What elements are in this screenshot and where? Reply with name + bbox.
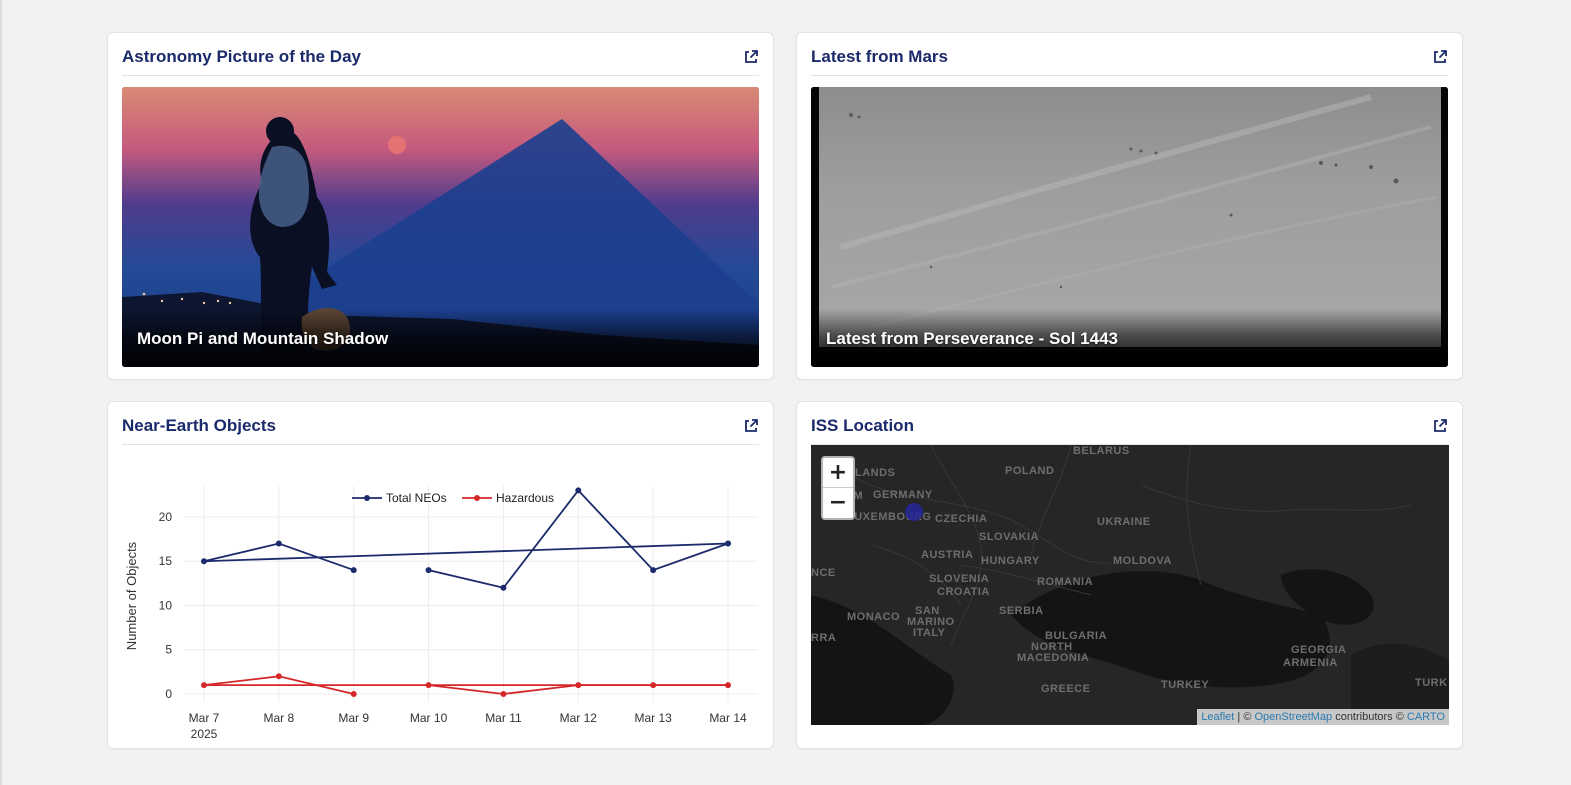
mars-caption-overlay: Latest from Perseverance - Sol 1443 (811, 309, 1448, 367)
hazardous-point (500, 691, 507, 697)
iss-card-header: ISS Location (811, 402, 1448, 445)
map-label: AUSTRIA (921, 549, 974, 561)
map-label: MACEDONIA (1017, 652, 1090, 664)
apod-caption-overlay: Moon Pi and Mountain Shadow (122, 309, 759, 367)
y-tick-label: 0 (165, 687, 172, 701)
map-label: TURK (1415, 677, 1448, 689)
y-tick-label: 20 (159, 510, 173, 524)
apod-card: Astronomy Picture of the Day Moon Pi and… (107, 32, 774, 380)
total-neos-point (201, 558, 207, 565)
map-label: SERBIA (999, 605, 1044, 617)
map-label: UKRAINE (1097, 516, 1151, 528)
map-label: GERMANY (873, 489, 933, 501)
map-label: TURKEY (1161, 679, 1210, 691)
total-neos-point (425, 567, 432, 574)
zoom-control: + − (821, 456, 855, 520)
window-edge (0, 0, 2, 785)
total-neos-point (275, 540, 282, 547)
hazardous-legend-label: Hazardous (496, 491, 554, 505)
map-label: POLAND (1005, 465, 1055, 477)
external-link-icon[interactable] (743, 418, 759, 434)
zoom-in-button[interactable]: + (823, 458, 853, 488)
map-label: GREECE (1041, 683, 1091, 695)
hazardous-point (725, 682, 731, 689)
total-neos-point (575, 487, 582, 494)
hazardous-point (201, 682, 207, 689)
hazardous-point (350, 691, 357, 697)
external-link-icon[interactable] (1432, 418, 1448, 434)
attribution-separator: | © (1234, 711, 1255, 723)
map-label: HUNGARY (981, 555, 1040, 567)
x-year-label: 2025 (191, 727, 218, 741)
map-label: MONACO (847, 611, 901, 623)
map-label: NCE (811, 567, 836, 579)
x-tick-label: Mar 10 (410, 711, 448, 725)
mars-image[interactable]: Latest from Perseverance - Sol 1443 (811, 87, 1448, 367)
hazardous-point (575, 682, 582, 689)
leaflet-link[interactable]: Leaflet (1201, 711, 1234, 723)
osm-link[interactable]: OpenStreetMap (1254, 711, 1332, 723)
neo-chart: 0 5 10 15 20 Mar 7 Mar 8 Mar 9 Mar 10 Mar 11 Mar 1… (122, 456, 762, 748)
total-neos-point (725, 540, 731, 547)
map-label: ROMANIA (1037, 576, 1094, 588)
total-neos-point (500, 584, 507, 591)
map-label: MOLDOVA (1113, 555, 1172, 567)
external-link-icon[interactable] (743, 49, 759, 65)
map-label: CROATIA (937, 586, 990, 598)
hazardous-legend-marker (474, 495, 480, 501)
iss-map[interactable]: BELARUSPOLANDGERMANYLANDSUMLUXEMBOURGCZE… (811, 445, 1449, 725)
map-label: ITALY (913, 627, 946, 639)
total-neos-point (650, 567, 657, 574)
apod-image[interactable]: Moon Pi and Mountain Shadow (122, 87, 759, 367)
neo-card-header: Near-Earth Objects (122, 402, 759, 445)
hazardous-point (275, 673, 282, 680)
map-label: GEORGIA (1291, 644, 1347, 656)
iss-card: ISS Location BELARUSPOLANDGERMANYLANDSUM… (796, 401, 1463, 749)
mars-caption: Latest from Perseverance - Sol 1443 (826, 329, 1118, 348)
hazardous-point (425, 682, 432, 689)
total-neos-legend-marker (364, 495, 370, 501)
mars-card-header: Latest from Mars (811, 33, 1448, 76)
y-tick-label: 5 (165, 643, 172, 657)
x-tick-label: Mar 8 (264, 711, 295, 725)
total-neos-point (350, 567, 357, 574)
x-tick-label: Mar 11 (485, 711, 522, 725)
x-tick-label: Mar 9 (338, 711, 369, 725)
hazardous-point (650, 682, 657, 689)
mars-card-title: Latest from Mars (811, 47, 948, 66)
map-label: RRA (811, 632, 837, 644)
total-neos-line (203, 542, 729, 563)
neo-card: Near-Earth Objects 0 5 10 15 20 Mar 7 Mar 8 Mar… (107, 401, 774, 749)
map-label: SLOVENIA (929, 573, 990, 585)
x-tick-label: Mar 12 (560, 711, 598, 725)
x-tick-label: Mar 14 (709, 711, 747, 725)
x-tick-label: Mar 13 (634, 711, 672, 725)
zoom-out-button[interactable]: − (823, 488, 853, 518)
external-link-icon[interactable] (1432, 49, 1448, 65)
map-label: CZECHIA (935, 513, 988, 525)
attribution-contrib: contributors © (1332, 711, 1407, 723)
y-tick-label: 15 (159, 554, 173, 568)
apod-card-title: Astronomy Picture of the Day (122, 47, 361, 66)
iss-card-title: ISS Location (811, 416, 914, 435)
map-label: BELARUS (1073, 445, 1130, 457)
neo-card-title: Near-Earth Objects (122, 416, 276, 435)
x-tick-label: Mar 7 (189, 711, 220, 725)
map-label: ARMENIA (1283, 657, 1338, 669)
map-label: SLOVAKIA (979, 531, 1040, 543)
y-axis-label: Number of Objects (124, 541, 139, 650)
iss-position-marker[interactable] (905, 503, 923, 521)
carto-link[interactable]: CARTO (1407, 711, 1445, 723)
total-neos-legend-label: Total NEOs (386, 491, 447, 505)
map-attribution: Leaflet | © OpenStreetMap contributors ©… (1197, 709, 1449, 725)
map-label: LANDS (855, 467, 896, 479)
y-tick-label: 10 (159, 598, 173, 612)
apod-caption: Moon Pi and Mountain Shadow (137, 329, 389, 348)
mars-card: Latest from Mars Latest from Perseveranc… (796, 32, 1463, 380)
map-tiles (811, 445, 1449, 725)
apod-card-header: Astronomy Picture of the Day (122, 33, 759, 76)
neo-chart-svg: 0 5 10 15 20 Mar 7 Mar 8 Mar 9 Mar 10 Mar 11 Mar 1… (124, 486, 758, 741)
